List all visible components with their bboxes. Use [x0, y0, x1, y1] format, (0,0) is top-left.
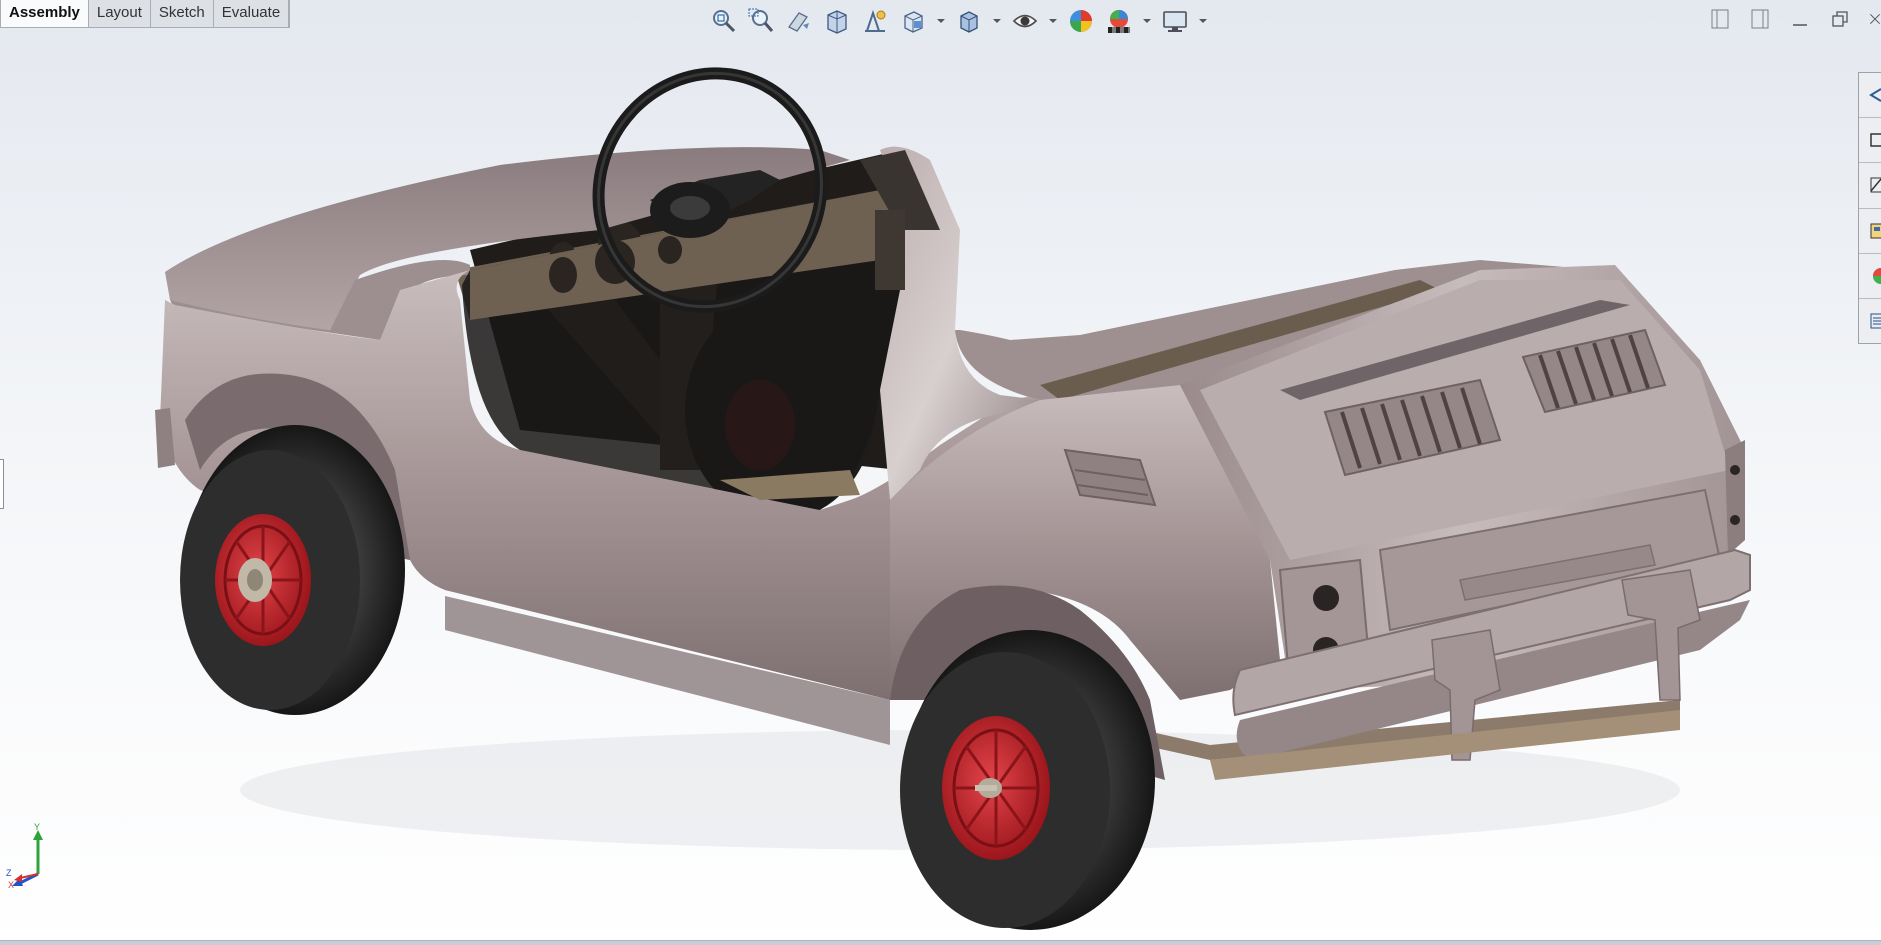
tile-left-icon[interactable] [1709, 8, 1731, 30]
graphics-area[interactable] [0, 30, 1881, 935]
triad-x-label: X [8, 880, 14, 890]
tile-right-icon[interactable] [1749, 8, 1771, 30]
restore-icon[interactable] [1829, 8, 1851, 30]
status-bar-edge [0, 940, 1881, 945]
tab-assembly[interactable]: Assembly [1, 0, 89, 27]
minimize-icon[interactable] [1789, 8, 1811, 30]
tab-evaluate[interactable]: Evaluate [213, 0, 290, 27]
command-manager-tabs: Assembly Layout Sketch Evaluate [0, 0, 291, 28]
car-assembly-model [155, 67, 1751, 930]
close-icon[interactable] [1869, 8, 1881, 30]
triad-z-label: Z [6, 868, 12, 878]
reference-triad: Y Z X [4, 822, 52, 892]
tab-layout[interactable]: Layout [88, 0, 151, 27]
triad-y-label: Y [34, 822, 40, 832]
tab-sketch[interactable]: Sketch [150, 0, 214, 27]
window-controls [1709, 8, 1881, 30]
